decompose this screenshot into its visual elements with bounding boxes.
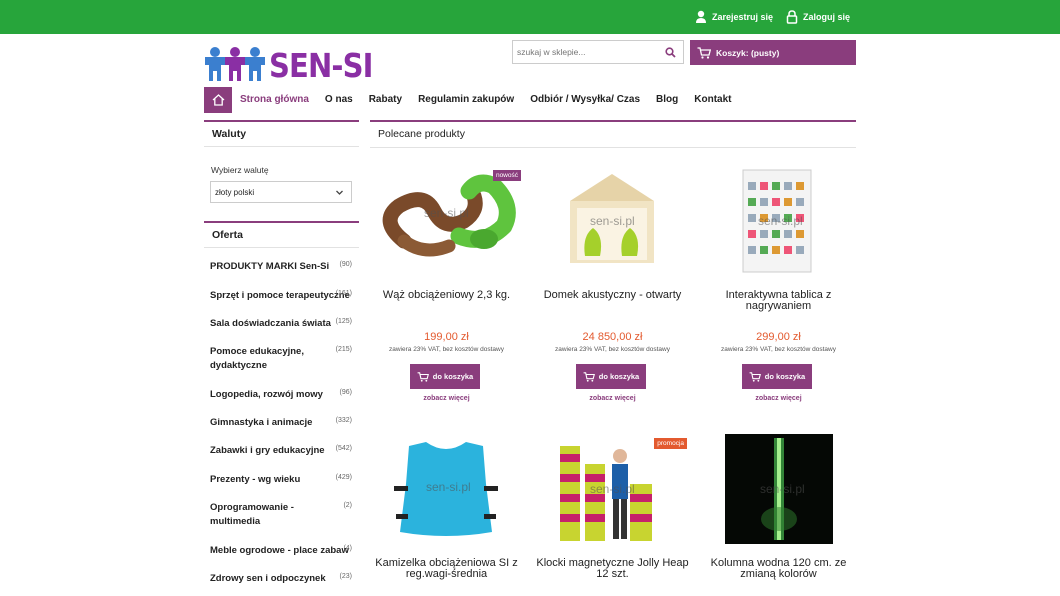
weighted-snake-image[interactable] bbox=[364, 166, 529, 276]
add-to-cart-button[interactable]: do koszyka bbox=[410, 364, 480, 389]
category-label: Gimnastyka i animacje bbox=[210, 417, 313, 428]
category-item[interactable]: Zabawki i gry edukacyjne (542) bbox=[210, 444, 352, 458]
currency-select[interactable]: złoty polski bbox=[210, 181, 352, 203]
category-count: (161) bbox=[335, 290, 352, 297]
top-bar: Zarejestruj się Zaloguj się bbox=[0, 0, 1060, 34]
chevron-down-icon bbox=[336, 190, 343, 195]
category-item[interactable]: Meble ogrodowe - place zabaw (4) bbox=[210, 544, 352, 558]
category-label: Prezenty - wg wieku bbox=[210, 474, 301, 485]
add-to-cart-button[interactable]: do koszyka bbox=[742, 364, 812, 389]
category-item[interactable]: Logopedia, rozwój mowy (96) bbox=[210, 388, 352, 402]
search-box bbox=[512, 40, 684, 64]
search-input[interactable] bbox=[513, 41, 663, 63]
category-item[interactable]: PRODUKTY MARKI Sen-Si (90) bbox=[210, 260, 352, 274]
lock-icon bbox=[786, 10, 798, 24]
nav-item-contact[interactable]: Kontakt bbox=[686, 87, 739, 113]
category-count: (125) bbox=[335, 318, 352, 325]
category-item[interactable]: Sala doświadczania świata (125) bbox=[210, 317, 352, 331]
product-price: 199,00 zł bbox=[424, 331, 469, 343]
register-label: Zarejestruj się bbox=[712, 12, 774, 22]
category-count: (23) bbox=[339, 573, 352, 580]
add-to-cart-button[interactable]: do koszyka bbox=[576, 364, 646, 389]
product-name[interactable]: Interaktywna tablica z nagrywaniem bbox=[696, 290, 861, 312]
product-price: 299,00 zł bbox=[756, 331, 801, 343]
category-count: (2) bbox=[343, 502, 352, 509]
nav-item-discounts[interactable]: Rabaty bbox=[361, 87, 410, 113]
watermark-text: sen-si.pl bbox=[590, 214, 635, 228]
cart-icon bbox=[417, 371, 429, 382]
offer-heading: Oferta bbox=[204, 221, 359, 248]
puzzle-people-logo-icon bbox=[205, 47, 265, 81]
nav-item-terms[interactable]: Regulamin zakupów bbox=[410, 87, 522, 113]
nav-item-shipping[interactable]: Odbiór / Wysyłka/ Czas bbox=[522, 87, 648, 113]
see-more-link[interactable]: zobacz więcej bbox=[530, 395, 695, 402]
new-badge: nowość bbox=[492, 170, 521, 181]
category-label: PRODUKTY MARKI Sen-Si bbox=[210, 261, 330, 272]
cart-button[interactable]: Koszyk: (pusty) bbox=[690, 40, 856, 65]
product-vat-note: zawiera 23% VAT, bez kosztów dostawy bbox=[388, 346, 504, 353]
cart-label: Koszyk: (pusty) bbox=[716, 47, 780, 58]
nav-item-blog[interactable]: Blog bbox=[648, 87, 686, 113]
category-count: (429) bbox=[335, 474, 352, 481]
product-name[interactable]: Kamizelka obciążeniowa SI z reg.wagi-śre… bbox=[364, 558, 529, 580]
currency-value: złoty polski bbox=[215, 188, 255, 197]
category-label: Logopedia, rozwój mowy bbox=[210, 389, 323, 400]
home-icon bbox=[212, 94, 224, 106]
cart-icon bbox=[697, 46, 711, 59]
product-vat-note: zawiera 23% VAT, bez kosztów dostawy bbox=[720, 346, 836, 353]
category-label: Sala doświadczania świata bbox=[210, 318, 331, 329]
category-count: (332) bbox=[335, 417, 352, 424]
site-logo[interactable]: SEN-SI bbox=[203, 45, 387, 85]
product-name[interactable]: Wąż obciążeniowy 2,3 kg. bbox=[364, 290, 529, 301]
category-label: Pomoce edukacyjne, dydaktyczne bbox=[210, 346, 304, 371]
category-item[interactable]: Zdrowy sen i odpoczynek (23) bbox=[210, 572, 352, 586]
logo-text: SEN-SI bbox=[269, 45, 373, 85]
currency-label: Wybierz walutę bbox=[211, 165, 269, 175]
product-name[interactable]: Klocki magnetyczne Jolly Heap 12 szt. bbox=[530, 558, 695, 580]
category-count: (542) bbox=[335, 445, 352, 452]
login-link[interactable]: Zaloguj się bbox=[786, 10, 850, 24]
category-item[interactable]: Pomoce edukacyjne, dydaktyczne (215) bbox=[210, 345, 352, 373]
currency-heading: Waluty bbox=[204, 120, 359, 147]
register-link[interactable]: Zarejestruj się bbox=[695, 10, 773, 24]
see-more-link[interactable]: zobacz więcej bbox=[364, 395, 529, 402]
category-count: (96) bbox=[339, 389, 352, 396]
promo-badge: promocja bbox=[654, 438, 687, 449]
user-icon bbox=[696, 10, 706, 23]
product-vat-note: zawiera 23% VAT, bez kosztów dostawy bbox=[554, 346, 670, 353]
category-label: Zdrowy sen i odpoczynek bbox=[210, 573, 326, 584]
product-price: 24 850,00 zł bbox=[582, 331, 643, 343]
watermark-text: sen-si.pl bbox=[758, 214, 803, 228]
category-item[interactable]: Sprzęt i pomoce terapeutyczne (161) bbox=[210, 289, 352, 303]
product-name[interactable]: Domek akustyczny - otwarty bbox=[530, 290, 695, 301]
add-to-cart-label: do koszyka bbox=[598, 372, 640, 381]
category-label: Zabawki i gry edukacyjne bbox=[210, 445, 325, 456]
category-item[interactable]: Prezenty - wg wieku (429) bbox=[210, 473, 352, 487]
watermark-text: sen-si.pl bbox=[426, 480, 471, 494]
category-label: Meble ogrodowe - place zabaw bbox=[210, 545, 349, 556]
watermark-text: sen-si.pl bbox=[760, 482, 805, 496]
cart-icon bbox=[749, 371, 761, 382]
login-label: Zaloguj się bbox=[803, 12, 851, 22]
category-count: (215) bbox=[335, 346, 352, 353]
category-label: Sprzęt i pomoce terapeutyczne bbox=[210, 290, 350, 301]
watermark-text: sen-si.pl bbox=[590, 482, 635, 496]
category-item[interactable]: Oprogramowanie - multimedia (2) bbox=[210, 501, 352, 529]
home-button[interactable] bbox=[204, 87, 232, 113]
search-icon[interactable] bbox=[665, 47, 676, 58]
product-name[interactable]: Kolumna wodna 120 cm. ze zmianą kolorów bbox=[696, 558, 861, 580]
featured-heading: Polecane produkty bbox=[370, 120, 856, 148]
main-nav: Strona główna O nas Rabaty Regulamin zak… bbox=[204, 87, 740, 113]
category-label: Oprogramowanie - multimedia bbox=[210, 502, 294, 527]
watermark-text: sen-si.pl bbox=[424, 206, 469, 220]
category-count: (90) bbox=[339, 261, 352, 268]
see-more-link[interactable]: zobacz więcej bbox=[696, 395, 861, 402]
cart-icon bbox=[583, 371, 595, 382]
nav-item-about[interactable]: O nas bbox=[317, 87, 361, 113]
category-item[interactable]: Gimnastyka i animacje (332) bbox=[210, 416, 352, 430]
add-to-cart-label: do koszyka bbox=[764, 372, 806, 381]
nav-item-home[interactable]: Strona główna bbox=[232, 87, 317, 113]
category-count: (4) bbox=[343, 545, 352, 552]
add-to-cart-label: do koszyka bbox=[432, 372, 474, 381]
